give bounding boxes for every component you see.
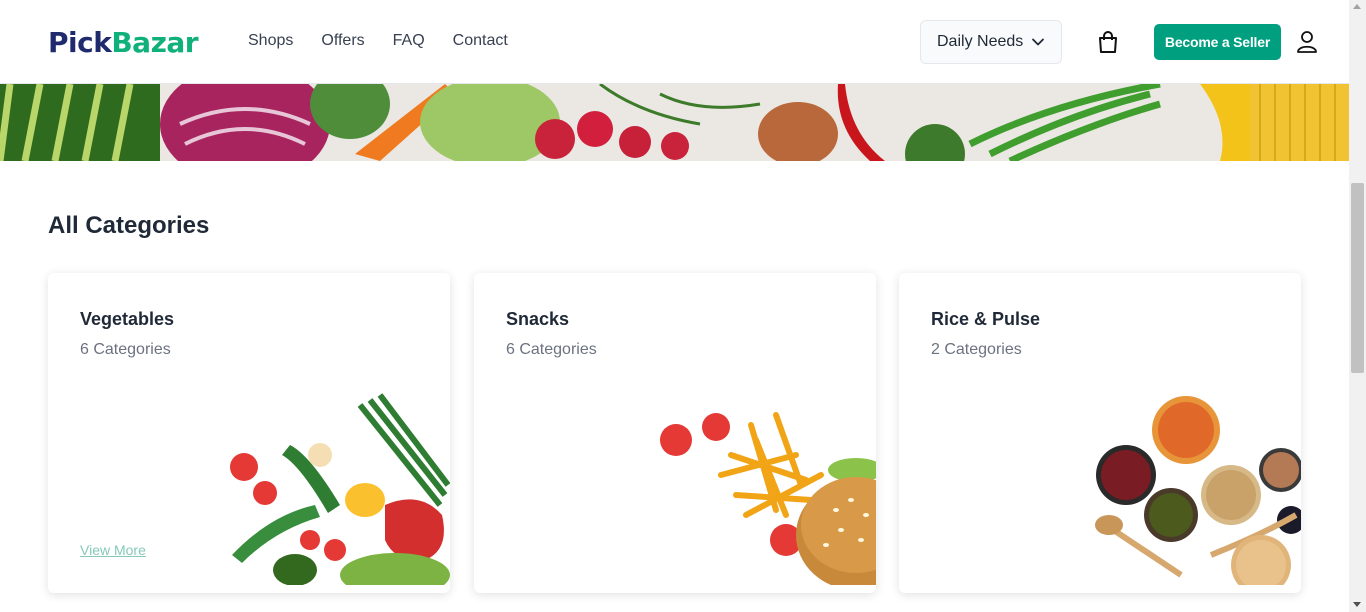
user-icon[interactable] xyxy=(1296,30,1318,54)
shopping-bag-icon[interactable] xyxy=(1097,30,1119,54)
site-header: PickBazar Shops Offers FAQ Contact Daily… xyxy=(0,0,1349,84)
logo-text-bazar: Bazar xyxy=(111,26,199,59)
chevron-down-icon xyxy=(1031,35,1045,49)
section-title: All Categories xyxy=(48,212,210,239)
snacks-image xyxy=(660,412,876,585)
nav-link-faq[interactable]: FAQ xyxy=(393,32,425,50)
view-more-link[interactable]: View More xyxy=(80,542,146,558)
vegetables-image xyxy=(230,393,450,585)
category-count: 6 Categories xyxy=(80,341,171,358)
scrollbar-thumb[interactable] xyxy=(1351,183,1364,373)
category-count: 2 Categories xyxy=(931,341,1022,358)
category-name: Rice & Pulse xyxy=(931,309,1041,329)
category-count: 6 Categories xyxy=(506,341,597,358)
nav-link-contact[interactable]: Contact xyxy=(453,32,508,50)
category-card-rice-pulse[interactable]: Rice & Pulse 2 Categories xyxy=(899,273,1301,593)
nav-link-shops[interactable]: Shops xyxy=(248,32,293,50)
rice-pulse-image xyxy=(1095,396,1301,585)
main-nav: Shops Offers FAQ Contact xyxy=(248,32,508,50)
scroll-down-arrow-icon[interactable] xyxy=(1353,602,1361,607)
category-name: Vegetables xyxy=(80,309,175,329)
hero-banner-image xyxy=(0,84,1349,161)
scroll-up-arrow-icon[interactable] xyxy=(1353,4,1361,9)
pickbazar-logo[interactable]: PickBazar xyxy=(48,26,199,59)
shop-type-dropdown[interactable]: Daily Needs xyxy=(920,20,1062,64)
nav-link-offers[interactable]: Offers xyxy=(321,32,364,50)
category-name: Snacks xyxy=(506,309,570,329)
become-seller-button[interactable]: Become a Seller xyxy=(1154,24,1281,60)
logo-text-pick: Pick xyxy=(48,26,112,59)
category-card-snacks[interactable]: Snacks 6 Categories xyxy=(474,273,876,593)
category-card-vegetables[interactable]: Vegetables 6 Categories View More xyxy=(48,273,450,593)
shop-type-label: Daily Needs xyxy=(937,33,1024,50)
